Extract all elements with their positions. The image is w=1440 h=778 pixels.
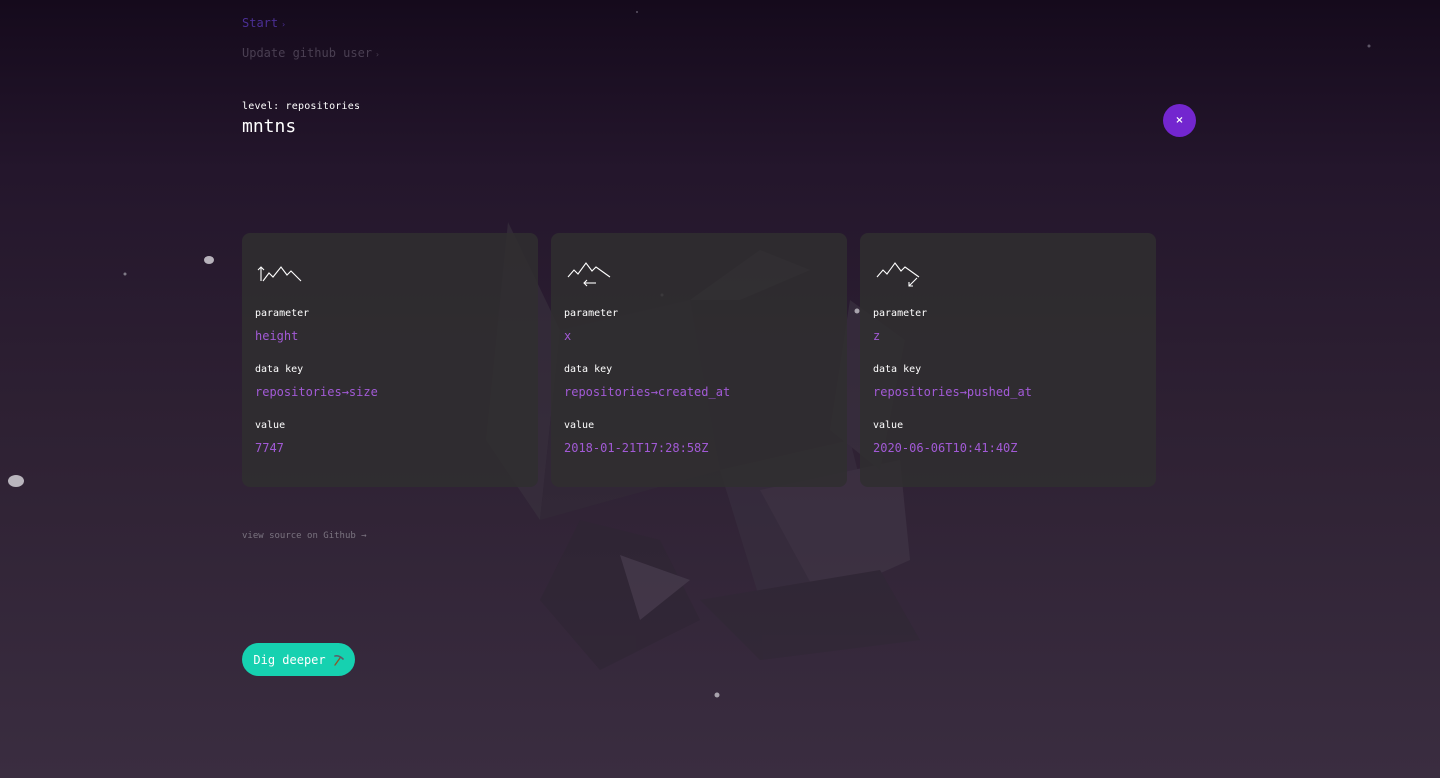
data-key-label: data key: [255, 364, 304, 375]
chevron-right-icon: ›: [281, 20, 286, 29]
value-value: 2018-01-21T17:28:58Z: [564, 441, 709, 455]
value-value: 7747: [255, 441, 284, 455]
close-button[interactable]: ×: [1163, 104, 1196, 137]
parameter-cards: parameter height data key repositories→s…: [242, 233, 1156, 487]
value-label: value: [873, 420, 904, 431]
pickaxe-icon: [333, 654, 344, 666]
dig-deeper-label: Dig deeper: [253, 652, 326, 667]
mountain-height-icon: [257, 266, 302, 282]
chevron-right-icon: ›: [375, 50, 380, 59]
breadcrumb-update-label: Update github user: [242, 46, 373, 60]
breadcrumb-start-label: Start: [242, 16, 279, 30]
value-value: 2020-06-06T10:41:40Z: [873, 441, 1018, 455]
dig-deeper-button[interactable]: Dig deeper: [242, 643, 355, 676]
parameter-label: parameter: [873, 308, 928, 319]
data-key-value: repositories→pushed_at: [873, 385, 1032, 399]
parameter-label: parameter: [255, 308, 310, 319]
value-label: value: [255, 420, 286, 431]
mountain-z-axis-icon: [876, 262, 920, 287]
data-key-value: repositories→size: [255, 385, 378, 399]
parameter-value: z: [873, 329, 881, 343]
parameter-label: parameter: [564, 308, 619, 319]
data-key-label: data key: [564, 364, 613, 375]
breadcrumb: Start › Update github user ›: [242, 14, 380, 74]
value-label: value: [564, 420, 595, 431]
data-key-label: data key: [873, 364, 922, 375]
parameter-value: x: [564, 329, 572, 343]
parameter-value: height: [255, 329, 299, 343]
page-title: mntns: [242, 116, 297, 137]
parameter-card-x: parameter x data key repositories→create…: [551, 233, 847, 487]
parameter-card-z: parameter z data key repositories→pushed…: [860, 233, 1156, 487]
parameter-card-height: parameter height data key repositories→s…: [242, 233, 538, 487]
breadcrumb-update-github-user-link[interactable]: Update github user ›: [242, 44, 380, 64]
breadcrumb-start-link[interactable]: Start ›: [242, 14, 380, 34]
view-source-github-link[interactable]: view source on Github →: [242, 531, 367, 541]
mountain-x-axis-icon: [567, 262, 611, 287]
data-key-value: repositories→created_at: [564, 385, 731, 399]
level-label: level: repositories: [242, 101, 361, 112]
